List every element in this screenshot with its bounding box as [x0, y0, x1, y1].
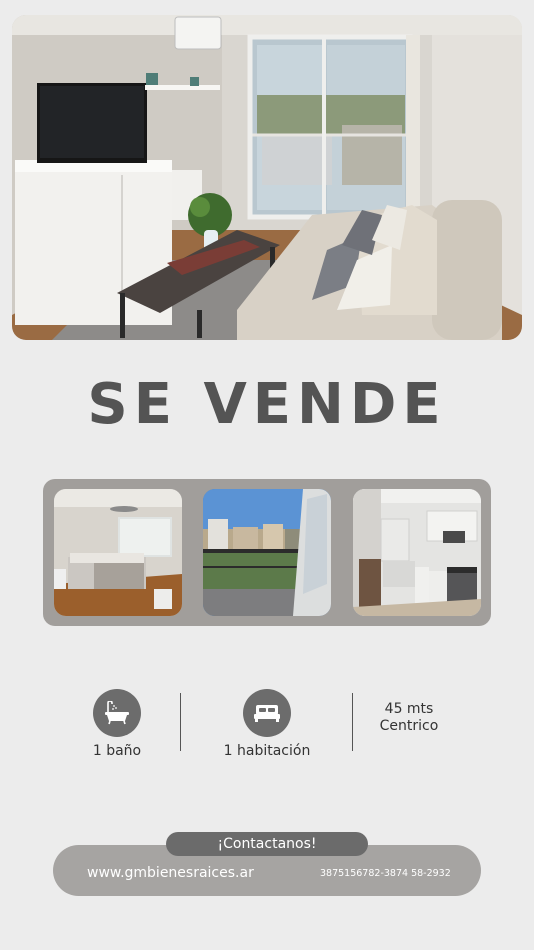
balcony-view-photo	[203, 489, 331, 616]
headline: SE VENDE	[87, 372, 447, 437]
bedroom-photo	[54, 489, 182, 616]
feature-bathrooms: 1 baño	[92, 743, 142, 759]
living-room-photo	[12, 15, 522, 340]
website-link[interactable]: www.gmbienesraices.ar	[87, 865, 254, 881]
bathtub-icon	[93, 689, 141, 737]
feature-location: Centrico	[379, 718, 439, 734]
feature-bedrooms: 1 habitación	[223, 743, 311, 759]
feature-divider	[180, 693, 181, 751]
feature-divider	[352, 693, 353, 751]
photo-gallery	[43, 479, 491, 626]
feature-size: 45 mts	[384, 701, 434, 717]
bed-icon	[243, 689, 291, 737]
contact-label: ¡Contactanos!	[166, 832, 368, 856]
phone-numbers: 3875156782-3874 58-2932	[320, 868, 451, 879]
kitchen-photo	[353, 489, 481, 616]
